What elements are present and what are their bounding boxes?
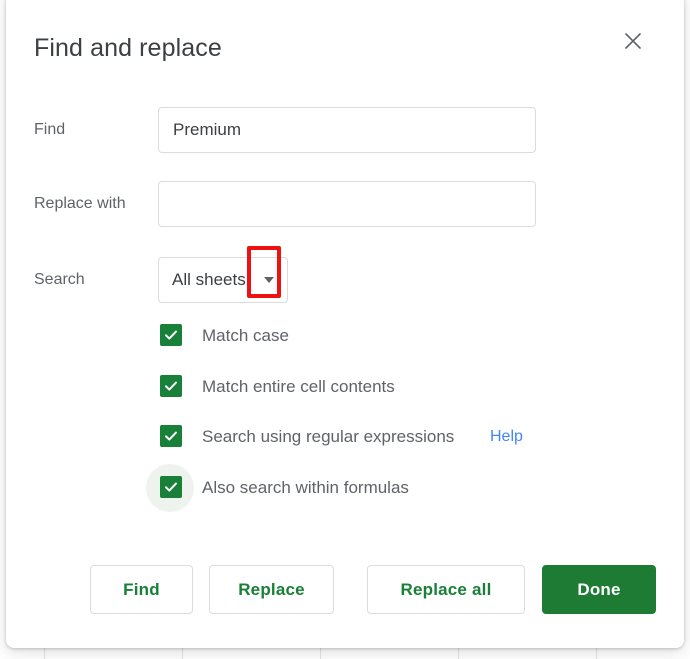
search-dropdown[interactable]: All sheets xyxy=(158,257,288,303)
checkbox-row-search-within-formulas[interactable]: Also search within formulas xyxy=(6,464,684,512)
checkbox-search-using-regular-expressions[interactable] xyxy=(160,425,182,447)
chevron-down-icon[interactable] xyxy=(264,277,274,283)
replace-row: Replace with xyxy=(6,181,684,227)
checkbox-match-case[interactable] xyxy=(160,324,182,346)
find-input[interactable] xyxy=(158,107,536,153)
checkbox-row-match-case[interactable]: Match case xyxy=(6,323,684,349)
checkbox-match-entire-cell-contents[interactable] xyxy=(160,375,182,397)
replace-with-input[interactable] xyxy=(158,181,536,227)
done-button[interactable]: Done xyxy=(542,565,656,614)
find-and-replace-dialog: Find and replace Find Replace with Searc… xyxy=(6,0,684,648)
replace-button[interactable]: Replace xyxy=(209,565,334,614)
dialog-title: Find and replace xyxy=(34,34,222,62)
checkbox-label: Match entire cell contents xyxy=(202,377,395,396)
checkbox-row-regular-expressions[interactable]: Search using regular expressions Help xyxy=(6,424,684,450)
find-label: Find xyxy=(34,121,66,138)
find-row: Find xyxy=(6,107,684,153)
find-button[interactable]: Find xyxy=(90,565,193,614)
checkbox-row-match-entire-cell[interactable]: Match entire cell contents xyxy=(6,374,684,400)
replace-with-label: Replace with xyxy=(34,195,126,212)
close-icon[interactable] xyxy=(618,26,648,56)
search-dropdown-value: All sheets xyxy=(172,270,246,289)
checkbox-also-search-within-formulas[interactable] xyxy=(160,476,182,498)
replace-all-button[interactable]: Replace all xyxy=(367,565,525,614)
checkbox-label: Also search within formulas xyxy=(202,478,409,497)
help-link[interactable]: Help xyxy=(490,428,523,446)
checkbox-label: Search using regular expressions xyxy=(202,427,455,446)
search-row: Search All sheets xyxy=(6,257,684,303)
search-label: Search xyxy=(34,271,85,288)
dialog-footer: Find Replace Replace all Done xyxy=(6,565,684,615)
checkbox-label: Match case xyxy=(202,326,289,345)
